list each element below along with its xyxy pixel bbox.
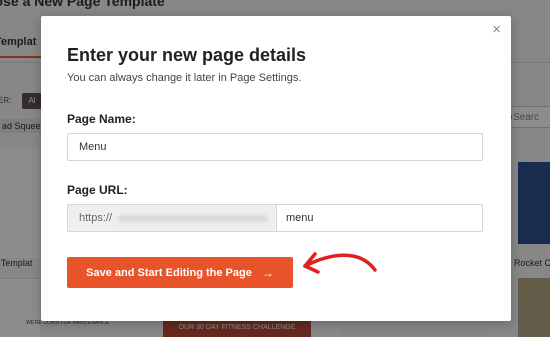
page-name-label: Page Name:	[67, 112, 136, 126]
modal-subtitle: You can always change it later in Page S…	[67, 72, 302, 84]
annotation-arrow-icon	[303, 252, 377, 274]
save-and-edit-button[interactable]: Save and Start Editing the Page →	[67, 257, 293, 288]
page-name-value: Menu	[79, 141, 107, 153]
page-name-input[interactable]: Menu	[67, 133, 483, 161]
close-icon[interactable]: ×	[492, 22, 501, 38]
page-url-blurred-domain	[118, 215, 268, 222]
save-and-edit-label: Save and Start Editing the Page	[86, 266, 252, 279]
page-url-prefix: https://	[68, 205, 277, 231]
page-url-label: Page URL:	[67, 183, 128, 197]
page-url-field[interactable]: https:// menu	[67, 204, 483, 232]
arrow-right-icon: →	[261, 265, 274, 280]
page-url-slug-input[interactable]: menu	[286, 205, 314, 232]
modal-title: Enter your new page details	[67, 45, 307, 65]
page-url-prefix-text: https://	[79, 212, 113, 224]
page-details-modal: × Enter your new page details You can al…	[41, 16, 511, 321]
